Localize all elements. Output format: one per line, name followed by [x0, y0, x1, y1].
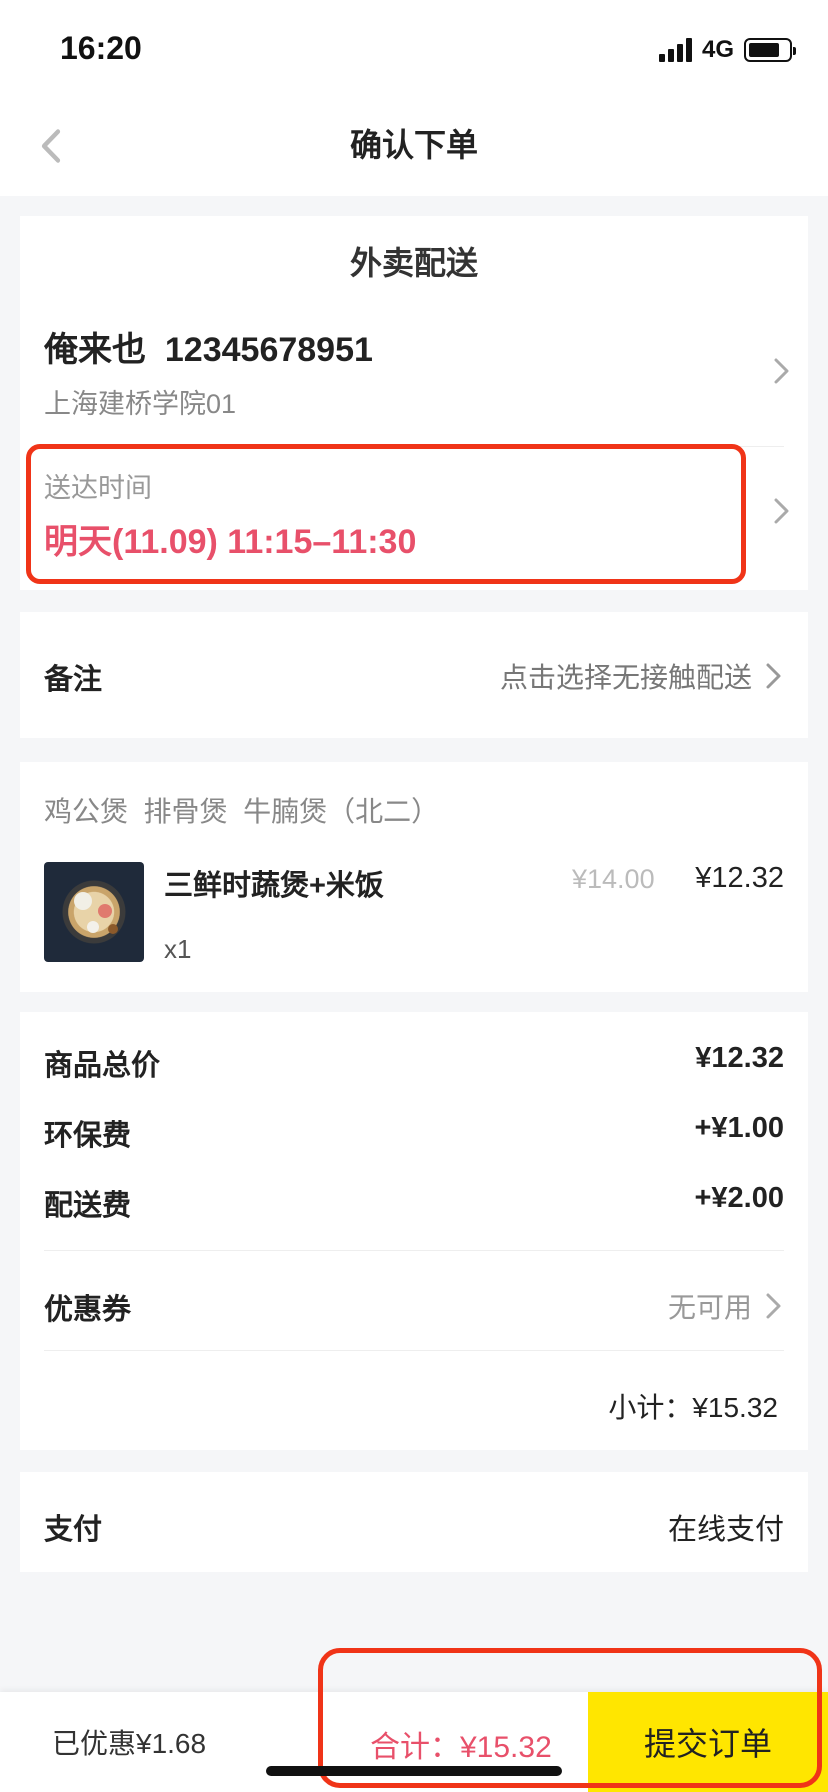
item-name: 三鲜时蔬煲+米饭 — [164, 870, 384, 902]
divider — [44, 1350, 784, 1351]
remark-action-text: 点击选择无接触配送 — [499, 662, 752, 693]
remark-label: 备注 — [44, 664, 103, 696]
payment-method: 在线支付 — [667, 1514, 784, 1546]
delivery-time-value: 明天(11.09) 11:15–11:30 — [44, 523, 417, 561]
order-items-card: 鸡公煲 排骨煲 牛腩煲（北二） 三鲜时蔬煲+米饭 ¥14.00 ¥12.32 x… — [20, 762, 808, 992]
signal-icon — [658, 38, 692, 62]
checkout-bar: 已优惠¥1.68 合计：¥15.32 提交订单 — [0, 1692, 828, 1792]
status-indicators: 4G — [658, 36, 796, 64]
divider — [44, 1250, 784, 1251]
chevron-right-icon — [764, 1291, 784, 1321]
subtotal: 小计：¥15.32 — [608, 1392, 778, 1423]
delivery-mode-title: 外卖配送 — [349, 245, 478, 281]
delivery-address: 上海建桥学院01 — [44, 389, 237, 419]
remark-action[interactable]: 点击选择无接触配送 — [500, 656, 784, 696]
price-summary-card: 商品总价 ¥12.32 环保费 +¥1.00 配送费 +¥2.00 优惠券 无可… — [20, 1012, 808, 1450]
delivery-fee-value: +¥2.00 — [694, 1182, 784, 1214]
item-price: ¥12.32 — [695, 862, 784, 894]
nav-bar: 确认下单 — [0, 96, 828, 196]
goods-total-label: 商品总价 — [44, 1050, 161, 1082]
remark-card[interactable]: 备注 点击选择无接触配送 — [20, 612, 808, 738]
delivery-card: 外卖配送 俺来也 12345678951 上海建桥学院01 送达时间 明天(11… — [20, 216, 808, 590]
order-total: 合计：¥15.32 — [370, 1731, 552, 1764]
item-original-price: ¥14.00 — [572, 864, 655, 894]
goods-total-value: ¥12.32 — [695, 1042, 784, 1074]
chevron-right-icon — [772, 496, 792, 526]
discount-amount: 已优惠¥1.68 — [52, 1728, 207, 1759]
home-indicator — [266, 1766, 562, 1776]
page-title: 确认下单 — [349, 127, 478, 163]
status-time: 16:20 — [60, 30, 142, 66]
delivery-fee-label: 配送费 — [44, 1190, 132, 1222]
chevron-right-icon — [772, 356, 792, 386]
payment-label: 支付 — [44, 1514, 103, 1546]
contact-name-phone: 俺来也 12345678951 — [44, 331, 373, 369]
coupon-value: 无可用 — [668, 1286, 784, 1326]
submit-order-button[interactable]: 提交订单 — [588, 1692, 828, 1792]
chevron-right-icon — [764, 661, 784, 691]
battery-icon — [744, 38, 796, 62]
payment-card[interactable]: 支付 在线支付 — [20, 1472, 808, 1572]
shop-name: 鸡公煲 排骨煲 牛腩煲（北二） — [44, 796, 440, 827]
divider — [44, 446, 784, 447]
item-quantity: x1 — [164, 934, 192, 964]
network-type: 4G — [701, 36, 734, 63]
eco-fee-label: 环保费 — [44, 1120, 132, 1152]
coupon-value-text: 无可用 — [667, 1292, 752, 1323]
delivery-time-label: 送达时间 — [44, 473, 152, 503]
item-image — [44, 862, 144, 962]
status-bar: 16:20 4G — [0, 0, 828, 96]
eco-fee-value: +¥1.00 — [694, 1112, 784, 1144]
coupon-label: 优惠券 — [44, 1294, 132, 1326]
